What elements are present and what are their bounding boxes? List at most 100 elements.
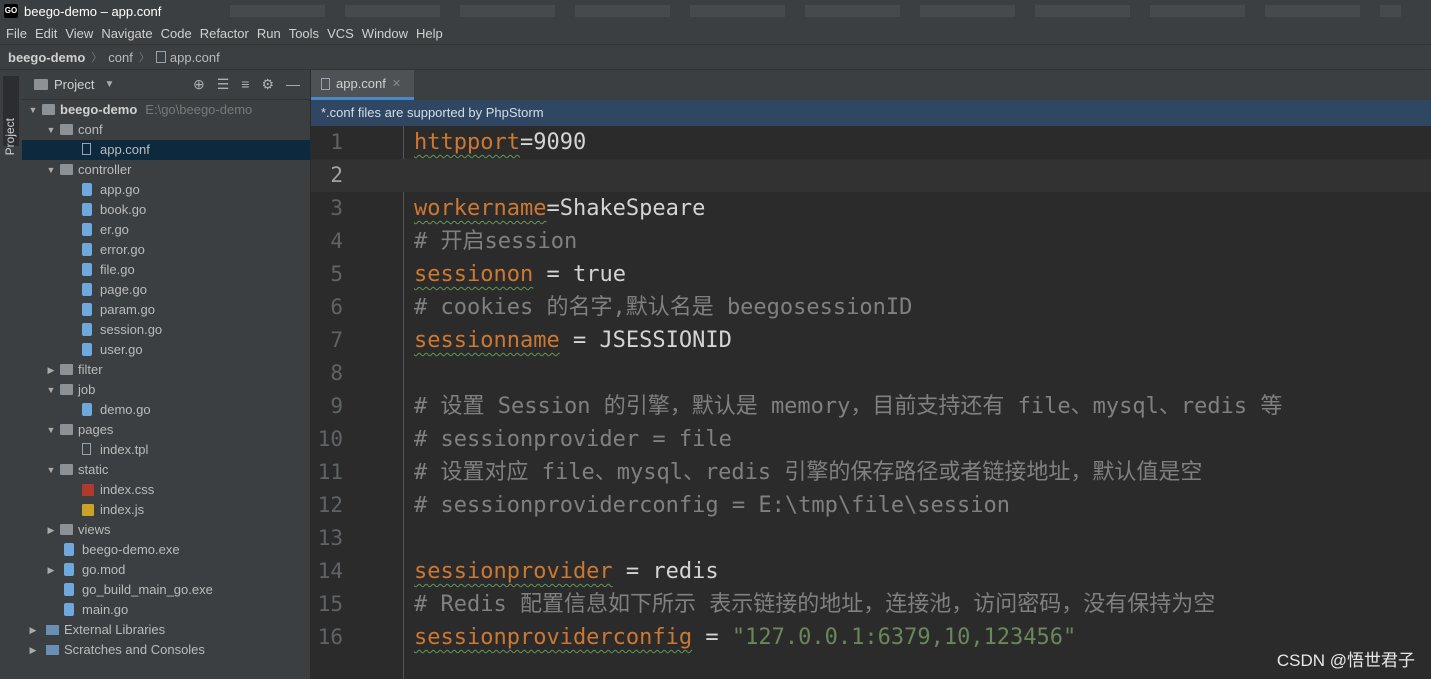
- tree-item[interactable]: ▼ controller: [22, 160, 310, 180]
- tree-item[interactable]: ▼ conf: [22, 120, 310, 140]
- tree-item[interactable]: app.conf: [22, 140, 310, 160]
- menu-navigate[interactable]: Navigate: [97, 26, 156, 41]
- menu-file[interactable]: File: [2, 26, 31, 41]
- breadcrumb-file[interactable]: app.conf: [170, 50, 220, 65]
- tree-item[interactable]: app.go: [22, 180, 310, 200]
- breadcrumb-project[interactable]: beego-demo: [8, 50, 85, 65]
- locate-icon[interactable]: ⊕: [193, 76, 205, 93]
- tree-item[interactable]: index.tpl: [22, 440, 310, 460]
- chevron-down-icon[interactable]: ▼: [46, 380, 56, 400]
- project-panel-title[interactable]: Project: [54, 77, 94, 92]
- file-icon: [82, 143, 91, 155]
- tree-item[interactable]: file.go: [22, 260, 310, 280]
- tree-item-label: er.go: [100, 222, 129, 237]
- chevron-down-icon[interactable]: ▼: [46, 120, 56, 140]
- code-line[interactable]: 15 # Redis 配置信息如下所示 表示链接的地址，连接池，访问密码，没有保持…: [311, 588, 1431, 621]
- hide-icon[interactable]: —: [286, 76, 300, 93]
- code-line[interactable]: 12 # sessionproviderconfig = E:\tmp\file\…: [311, 489, 1431, 522]
- menu-view[interactable]: View: [61, 26, 97, 41]
- menu-vcs[interactable]: VCS: [323, 26, 358, 41]
- code-line[interactable]: 11 # 设置对应 file、mysql、redis 引擎的保存路径或者链接地址，…: [311, 456, 1431, 489]
- code-line[interactable]: 9 # 设置 Session 的引擎，默认是 memory，目前支持还有 file…: [311, 390, 1431, 423]
- go-file-icon: [82, 223, 92, 236]
- chevron-right-icon[interactable]: ▶: [28, 620, 38, 640]
- go-file-icon: [82, 263, 92, 276]
- line-number: 13: [317, 526, 343, 550]
- collapse-all-icon[interactable]: ≡: [241, 76, 249, 93]
- code-line[interactable]: 16 sessionproviderconfig = "127.0.0.1:637…: [311, 621, 1431, 654]
- menu-tools[interactable]: Tools: [285, 26, 323, 41]
- tree-item[interactable]: user.go: [22, 340, 310, 360]
- tree-item[interactable]: ▼ static: [22, 460, 310, 480]
- chevron-right-icon[interactable]: ▶: [46, 560, 56, 580]
- project-panel-header: Project ▼ ⊕ ☰ ≡ ⚙ —: [22, 70, 310, 100]
- tree-item-label: conf: [78, 122, 103, 137]
- code-line[interactable]: 7 sessionname = JSESSIONID: [311, 324, 1431, 357]
- chevron-down-icon[interactable]: ▼: [104, 79, 114, 90]
- tree-item[interactable]: main.go: [22, 600, 310, 620]
- chevron-down-icon[interactable]: ▼: [46, 420, 56, 440]
- tree-item[interactable]: go_build_main_go.exe: [22, 580, 310, 600]
- menu-window[interactable]: Window: [358, 26, 412, 41]
- gear-icon[interactable]: ⚙: [261, 76, 274, 93]
- tree-item[interactable]: param.go: [22, 300, 310, 320]
- code-text: # sessionprovider = file: [414, 427, 732, 452]
- tree-item[interactable]: ▶ Scratches and Consoles: [22, 640, 310, 660]
- tree-item[interactable]: ▶ External Libraries: [22, 620, 310, 640]
- tree-item[interactable]: page.go: [22, 280, 310, 300]
- menu-run[interactable]: Run: [253, 26, 285, 41]
- code-text: # 开启session: [414, 229, 578, 254]
- menu-code[interactable]: Code: [157, 26, 196, 41]
- line-number: 7: [330, 328, 343, 352]
- code-text: sessionprovider = redis: [414, 559, 719, 584]
- chevron-right-icon[interactable]: ▶: [46, 360, 56, 380]
- tree-item[interactable]: ▶ views: [22, 520, 310, 540]
- tree-item[interactable]: ▼ beego-demo E:\go\beego-demo: [22, 100, 310, 120]
- tree-item[interactable]: index.css: [22, 480, 310, 500]
- tree-item-label: External Libraries: [64, 622, 166, 637]
- expand-all-icon[interactable]: ☰: [217, 76, 230, 93]
- menu-edit[interactable]: Edit: [31, 26, 61, 41]
- tree-item[interactable]: ▼ pages: [22, 420, 310, 440]
- tree-item[interactable]: error.go: [22, 240, 310, 260]
- folder-icon: [42, 104, 55, 115]
- chevron-right-icon[interactable]: ▶: [46, 520, 56, 540]
- tab-label: app.conf: [336, 76, 386, 91]
- tree-item-label: page.go: [100, 282, 147, 297]
- close-icon[interactable]: ✕: [392, 77, 401, 90]
- tree-item[interactable]: book.go: [22, 200, 310, 220]
- tree-item-label: book.go: [100, 202, 147, 217]
- tree-item-label: app.go: [100, 182, 140, 197]
- code-line[interactable]: 8: [311, 357, 1431, 390]
- code-text: sessionname = JSESSIONID: [414, 328, 732, 353]
- code-line[interactable]: 10 # sessionprovider = file: [311, 423, 1431, 456]
- tree-item-label: index.js: [100, 502, 145, 517]
- tree-item[interactable]: ▼ job: [22, 380, 310, 400]
- tab-app-conf[interactable]: app.conf ✕: [311, 70, 414, 100]
- code-line[interactable]: 13: [311, 522, 1431, 555]
- tree-item[interactable]: er.go: [22, 220, 310, 240]
- chevron-down-icon[interactable]: ▼: [46, 160, 56, 180]
- code-line[interactable]: 14 sessionprovider = redis: [311, 555, 1431, 588]
- code-editor[interactable]: 1 httpport=9090 2 3 workername=ShakeSpeare 4 #…: [311, 126, 1431, 679]
- code-line[interactable]: 5 sessionon = true: [311, 258, 1431, 291]
- menu-refactor[interactable]: Refactor: [196, 26, 253, 41]
- chevron-down-icon[interactable]: ▼: [46, 460, 56, 480]
- tree-item[interactable]: ▶ filter: [22, 360, 310, 380]
- folder-icon: [60, 124, 73, 135]
- tree-item[interactable]: demo.go: [22, 400, 310, 420]
- tree-item[interactable]: ▶ go.mod: [22, 560, 310, 580]
- code-line[interactable]: 4 # 开启session: [311, 225, 1431, 258]
- code-line[interactable]: 2: [311, 159, 1431, 192]
- code-line[interactable]: 3 workername=ShakeSpeare: [311, 192, 1431, 225]
- tree-item[interactable]: session.go: [22, 320, 310, 340]
- menu-help[interactable]: Help: [412, 26, 447, 41]
- code-line[interactable]: 6 # cookies 的名字,默认名是 beegosessionID: [311, 291, 1431, 324]
- breadcrumb-folder[interactable]: conf: [108, 50, 133, 65]
- code-line[interactable]: 1 httpport=9090: [311, 126, 1431, 159]
- tree-item-label: views: [78, 522, 111, 537]
- chevron-down-icon[interactable]: ▼: [28, 100, 38, 120]
- chevron-right-icon[interactable]: ▶: [28, 640, 38, 660]
- tree-item[interactable]: index.js: [22, 500, 310, 520]
- tree-item[interactable]: beego-demo.exe: [22, 540, 310, 560]
